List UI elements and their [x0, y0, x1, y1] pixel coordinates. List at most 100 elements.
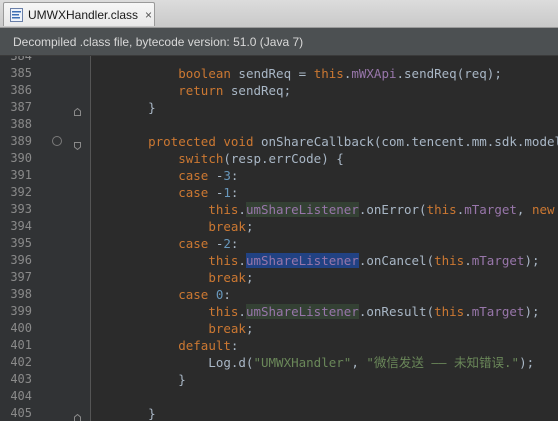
code-token: .	[238, 253, 246, 268]
code-token: .	[238, 202, 246, 217]
code-line: 385 boolean sendReq = this.mWXApi.sendRe…	[0, 65, 558, 82]
code-token: this	[208, 304, 239, 319]
line-number: 391	[10, 168, 32, 182]
line-number: 400	[10, 321, 32, 335]
code-token: .	[464, 253, 472, 268]
code-token: default	[178, 338, 231, 353]
code-token: void	[223, 134, 254, 149]
code-line: 402 Log.d("UMWXHandler", "微信发送 —— 未知错误."…	[0, 354, 558, 371]
line-number: 390	[10, 151, 32, 165]
code-token: :	[223, 287, 231, 302]
code-line: 388	[0, 116, 558, 133]
code-text: }	[118, 99, 156, 116]
code-token: 2	[223, 236, 231, 251]
code-line: 404	[0, 388, 558, 405]
fold-end-icon[interactable]	[74, 409, 81, 421]
code-token: ;	[245, 219, 254, 234]
code-token: mTarget	[464, 202, 517, 217]
code-token: umShareListener	[245, 304, 359, 319]
line-number: 386	[10, 83, 32, 97]
code-token: -	[208, 168, 224, 183]
code-token: case	[178, 185, 209, 200]
code-text: this.umShareListener.onCancel(this.mTarg…	[118, 252, 540, 269]
code-line: 392 case -1:	[0, 184, 558, 201]
code-token: new	[531, 202, 555, 217]
code-token: break	[208, 321, 246, 336]
code-line: 389 protected void onShareCallback(com.t…	[0, 133, 558, 151]
line-number: 404	[10, 389, 32, 403]
fold-end-icon[interactable]	[74, 103, 81, 116]
code-text: Log.d("UMWXHandler", "微信发送 —— 未知错误.");	[118, 354, 534, 371]
code-text: case -1:	[118, 184, 238, 201]
code-token: break	[208, 219, 246, 234]
code-token: umShareListener	[245, 202, 359, 217]
code-text: this.umShareListener.onResult(this.mTarg…	[118, 303, 540, 320]
code-lines: 384 385 boolean sendReq = this.mWXApi.sen…	[0, 56, 558, 421]
code-token: );	[524, 253, 540, 268]
code-token: .	[238, 304, 246, 319]
editor-tab-bar: UMWXHandler.class ×	[0, 0, 558, 28]
code-text: protected void onShareCallback(com.tence…	[118, 133, 558, 150]
tab-umwxhandler-class[interactable]: UMWXHandler.class ×	[3, 2, 155, 26]
line-number: 401	[10, 338, 32, 352]
code-token: :	[230, 185, 239, 200]
class-file-icon	[10, 7, 23, 22]
code-token: onShareCallback(com.tencent.mm.sdk.model	[253, 134, 558, 149]
code-text: boolean sendReq = this.mWXApi.sendReq(re…	[118, 65, 502, 82]
code-token: sendReq =	[230, 66, 314, 81]
code-token: ;	[245, 321, 254, 336]
code-text: case -2:	[118, 235, 238, 252]
code-editor[interactable]: 384 385 boolean sendReq = this.mWXApi.sen…	[0, 56, 558, 421]
code-token: .onResult(	[358, 304, 435, 319]
code-token: mTarget	[471, 253, 525, 268]
line-number: 394	[10, 219, 32, 233]
close-tab-icon[interactable]: ×	[145, 9, 152, 21]
line-number: 392	[10, 185, 32, 199]
code-token: case	[178, 287, 209, 302]
code-line: 390 switch(resp.errCode) {	[0, 150, 558, 167]
code-token: ,	[516, 202, 532, 217]
line-number: 389	[10, 134, 32, 148]
override-marker-icon[interactable]	[52, 136, 62, 146]
code-token: (resp.errCode) {	[223, 151, 344, 166]
code-text: default:	[118, 337, 238, 354]
code-token: .onError(	[358, 202, 427, 217]
code-line: 400 break;	[0, 320, 558, 337]
fold-start-icon[interactable]	[74, 137, 81, 151]
code-line: 393 this.umShareListener.onError(this.mT…	[0, 201, 558, 218]
code-text: }	[118, 405, 156, 421]
code-text: }	[118, 371, 186, 388]
code-line: 391 case -3:	[0, 167, 558, 184]
code-token: protected	[148, 134, 216, 149]
code-line: 395 case -2:	[0, 235, 558, 252]
code-line: 401 default:	[0, 337, 558, 354]
code-token: :	[230, 236, 239, 251]
code-token: -	[208, 236, 224, 251]
code-token: }	[118, 100, 156, 115]
tab-label: UMWXHandler.class	[28, 7, 139, 22]
code-token: }	[118, 406, 156, 421]
code-text: break;	[118, 269, 253, 286]
code-token: ;	[245, 270, 254, 285]
code-token: -	[208, 185, 224, 200]
code-line: 397 break;	[0, 269, 558, 286]
code-token: case	[178, 168, 209, 183]
code-token: this	[313, 66, 344, 81]
code-text: break;	[118, 218, 253, 235]
line-number: 403	[10, 372, 32, 386]
code-line: 399 this.umShareListener.onResult(this.m…	[0, 303, 558, 320]
code-token: .sendReq(req);	[396, 66, 502, 81]
line-number: 397	[10, 270, 32, 284]
line-number: 396	[10, 253, 32, 267]
line-number: 388	[10, 117, 32, 131]
